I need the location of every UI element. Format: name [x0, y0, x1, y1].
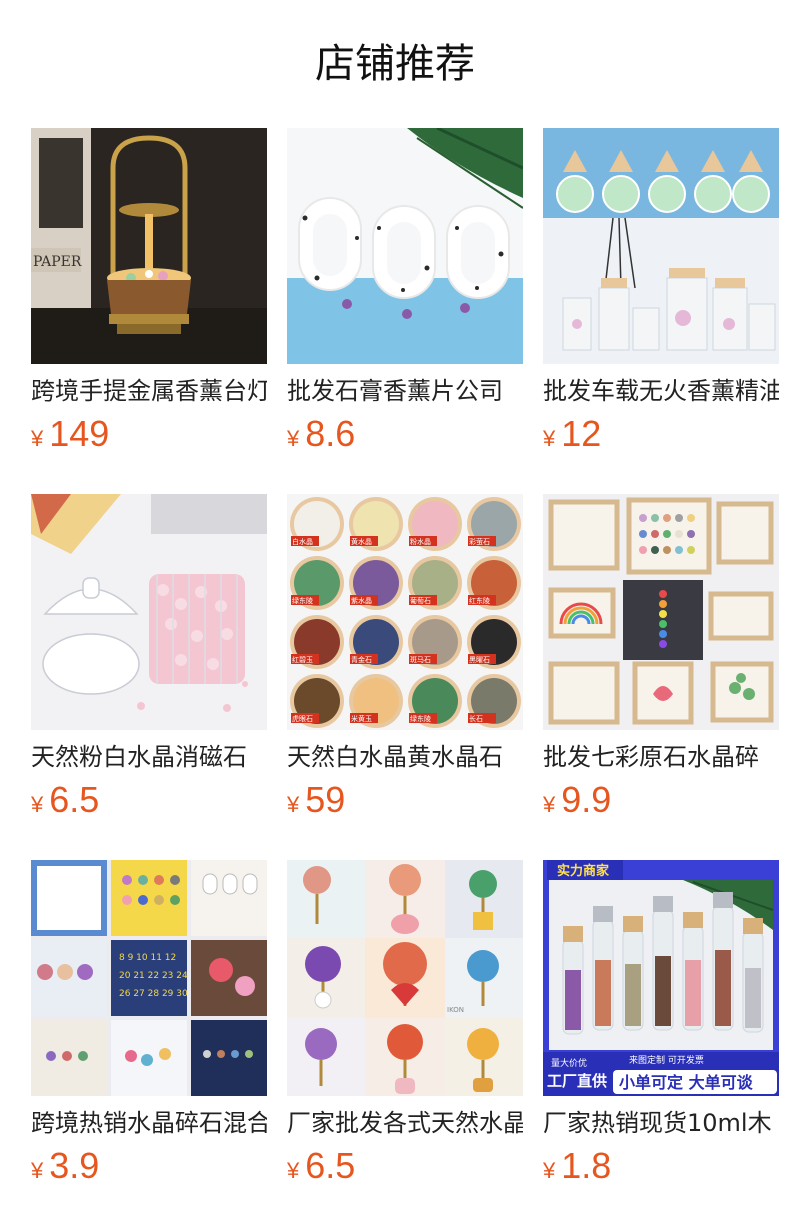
diffuser-image[interactable]	[543, 128, 779, 364]
gravel-label: 米黄玉	[351, 714, 372, 723]
currency-symbol: ¥	[287, 426, 300, 451]
lamp-image[interactable]: PAPER	[31, 128, 267, 364]
product-price: ¥3.9	[31, 1144, 99, 1188]
gravel-label: 粉水晶	[410, 537, 431, 546]
boxes-image[interactable]: 8 9 10 11 12 20 21 22 23 24 26 27 28 29 …	[31, 860, 267, 1096]
product-price: ¥1.8	[543, 1144, 611, 1188]
gravel-label: 斑马石	[410, 655, 431, 664]
gravel-label: 绿东陵	[410, 714, 431, 723]
product-price: ¥149	[31, 412, 109, 456]
roller-image[interactable]: 实力商家 量大价优 工厂直供 来图定制 可开发票 小单可定 大单可谈	[543, 860, 779, 1096]
svg-text:20 21 22 23 24: 20 21 22 23 24	[119, 971, 188, 981]
product-price: ¥12	[543, 412, 601, 456]
currency-symbol: ¥	[287, 1158, 300, 1183]
product-title[interactable]: 批发石膏香薰片公司	[287, 374, 523, 408]
gravel-label: 虎眼石	[292, 714, 313, 723]
currency-symbol: ¥	[31, 1158, 44, 1183]
svg-text:8 9 10 11 12: 8 9 10 11 12	[119, 953, 176, 963]
gravel-image[interactable]: 白水晶 黄水晶 粉水晶 彩萤石绿东陵 紫水晶 葡萄石 红东陵红碧玉 青金石 斑马石 黑曜石虎眼石 米…	[287, 494, 523, 730]
banner-small-right: 来图定制 可开发票	[629, 1054, 704, 1066]
product-title[interactable]: 跨境热销水晶碎石混合	[31, 1106, 267, 1140]
product-card[interactable]: 天然粉白水晶消磁石 ¥6.5	[31, 494, 267, 834]
product-card[interactable]: 白水晶 黄水晶 粉水晶 彩萤石绿东陵 紫水晶 葡萄石 红东陵红碧玉 青金石 斑马石 黑曜石虎眼石 米…	[287, 494, 523, 834]
product-card[interactable]: 8 9 10 11 12 20 21 22 23 24 26 27 28 29 …	[31, 860, 267, 1200]
product-title[interactable]: 厂家热销现货10ml木	[543, 1106, 779, 1140]
currency-symbol: ¥	[287, 792, 300, 817]
currency-symbol: ¥	[543, 792, 556, 817]
price-value: 59	[305, 779, 346, 820]
banner-right: 小单可定 大单可谈	[619, 1073, 754, 1092]
gravel-label: 黑曜石	[469, 656, 490, 664]
frames-image[interactable]	[543, 494, 779, 730]
gravel-label: 青金石	[351, 655, 372, 664]
gravel-label: 白水晶	[292, 537, 313, 546]
product-card[interactable]: 实力商家 量大价优 工厂直供 来图定制 可开发票 小单可定 大单可谈 厂家热销现…	[543, 860, 779, 1200]
banner-left: 工厂直供	[547, 1072, 607, 1090]
price-value: 1.8	[561, 1145, 612, 1186]
price-value: 8.6	[305, 413, 356, 454]
price-value: 6.5	[305, 1145, 356, 1186]
product-title[interactable]: 批发车载无火香薰精油	[543, 374, 779, 408]
product-card[interactable]: 批发车载无火香薰精油 ¥12	[543, 128, 779, 468]
product-title[interactable]: 天然粉白水晶消磁石	[31, 740, 267, 774]
plaster-image[interactable]	[287, 128, 523, 364]
currency-symbol: ¥	[543, 426, 556, 451]
product-title[interactable]: 天然白水晶黄水晶石	[287, 740, 523, 774]
gravel-label: 绿东陵	[292, 596, 313, 605]
page-title: 店铺推荐	[315, 41, 475, 87]
price-value: 3.9	[49, 1145, 100, 1186]
price-value: 6.5	[49, 779, 100, 820]
tree-image[interactable]: IKON	[287, 860, 523, 1096]
product-price: ¥6.5	[287, 1144, 355, 1188]
product-price: ¥6.5	[31, 778, 99, 822]
gravel-label: 红碧玉	[292, 655, 313, 664]
gravel-grid: 白水晶 黄水晶 粉水晶 彩萤石绿东陵 紫水晶 葡萄石 红东陵红碧玉 青金石 斑马石 黑曜石虎眼石 米…	[287, 494, 523, 730]
merchant-badge: 实力商家	[557, 863, 610, 879]
svg-text:PAPER: PAPER	[33, 254, 82, 270]
currency-symbol: ¥	[31, 426, 44, 451]
gravel-label: 葡萄石	[410, 596, 431, 605]
currency-symbol: ¥	[31, 792, 44, 817]
gravel-label: 红东陵	[469, 596, 490, 605]
product-price: ¥59	[287, 778, 345, 822]
crystal-jar-image[interactable]	[31, 494, 267, 730]
svg-text:IKON: IKON	[447, 1006, 464, 1014]
price-value: 9.9	[561, 779, 612, 820]
product-card[interactable]: PAPER 跨境手提金属香薰台灯 ¥149	[31, 128, 267, 468]
price-value: 12	[561, 413, 602, 454]
gravel-label: 紫水晶	[351, 596, 372, 605]
product-card[interactable]: 批发石膏香薰片公司 ¥8.6	[287, 128, 523, 468]
price-value: 149	[49, 413, 110, 454]
product-title[interactable]: 批发七彩原石水晶碎	[543, 740, 779, 774]
product-price: ¥9.9	[543, 778, 611, 822]
gravel-label: 长石	[469, 714, 483, 723]
gravel-label: 彩萤石	[469, 537, 490, 546]
currency-symbol: ¥	[543, 1158, 556, 1183]
product-title[interactable]: 厂家批发各式天然水晶	[287, 1106, 523, 1140]
banner-small-left: 量大价优	[551, 1057, 587, 1069]
product-price: ¥8.6	[287, 412, 355, 456]
product-card[interactable]: IKON 厂家批发各式天然水晶 ¥6.5	[287, 860, 523, 1200]
gravel-label: 黄水晶	[351, 537, 372, 546]
product-title[interactable]: 跨境手提金属香薰台灯	[31, 374, 267, 408]
svg-text:26 27 28 29 30: 26 27 28 29 30	[119, 989, 188, 999]
product-card[interactable]: 批发七彩原石水晶碎 ¥9.9	[543, 494, 779, 834]
